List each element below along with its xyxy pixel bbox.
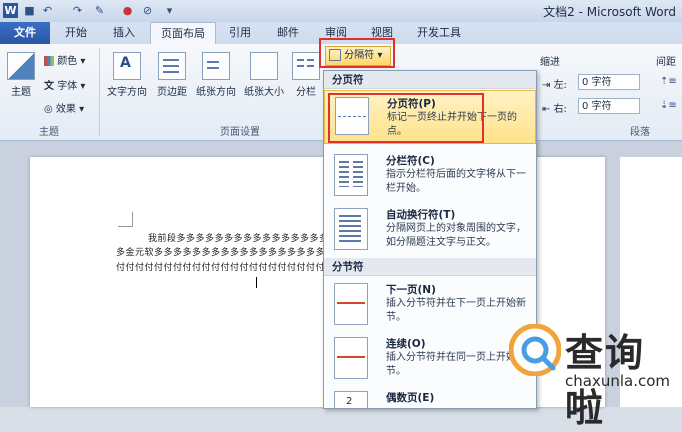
theme-fonts-button[interactable]: 文 字体 ▾	[44, 77, 85, 92]
tab-page-layout[interactable]: 页面布局	[150, 22, 216, 45]
even-page-icon: 2	[334, 391, 368, 408]
tab-references[interactable]: 引用	[220, 22, 260, 44]
fonts-icon: 文	[44, 81, 54, 92]
indent-title: 缩进	[540, 57, 560, 68]
indent-left-label: ⇥ 左:	[542, 80, 567, 91]
redo-icon[interactable]: ↷	[70, 3, 85, 18]
orientation-button[interactable]: 纸张方向	[193, 52, 239, 98]
paragraph-group-label: 段落	[630, 127, 650, 138]
columns-button[interactable]: 分栏	[290, 52, 322, 98]
effects-label: 效果	[55, 104, 76, 115]
themes-label: 主题	[11, 87, 31, 98]
text-cursor	[256, 277, 257, 288]
format-painter-icon[interactable]: ✎	[92, 3, 107, 18]
clear-icon[interactable]: ⊘	[140, 3, 155, 18]
undo-icon[interactable]: ↶	[40, 3, 55, 18]
orientation-label: 纸张方向	[196, 87, 236, 98]
themes-button[interactable]: 主题	[4, 52, 38, 98]
text-direction-icon: A	[113, 52, 141, 80]
text-wrapping-title: 自动换行符(T)	[386, 209, 456, 221]
spacing-after-icon[interactable]: ⇣≡	[660, 100, 677, 111]
text-direction-label: 文字方向	[107, 87, 147, 98]
text-direction-button[interactable]: A 文字方向	[104, 52, 150, 98]
customize-icon[interactable]: ▾	[162, 3, 177, 18]
colors-label: 颜色	[57, 56, 78, 67]
colors-icon	[44, 56, 54, 66]
even-page-title: 偶数页(E)	[386, 392, 435, 404]
tab-insert[interactable]: 插入	[104, 22, 144, 44]
effects-icon: ◎	[44, 104, 53, 115]
menu-section-section-breaks: 分节符	[324, 258, 536, 276]
continuous-title: 连续(O)	[386, 338, 426, 350]
size-label: 纸张大小	[244, 87, 284, 98]
menu-item-text-wrapping-break[interactable]: 自动换行符(T) 分隔网页上的对象周围的文字，如分隔题注文字与正文。	[324, 202, 536, 256]
fonts-label: 字体	[57, 81, 78, 92]
color-icon[interactable]: ●	[120, 3, 135, 18]
watermark-logo-icon	[509, 324, 561, 376]
column-break-icon	[334, 154, 368, 196]
continuous-icon	[334, 337, 368, 379]
margin-corner-mark	[118, 212, 133, 227]
next-page-icon	[334, 283, 368, 325]
next-page-title: 下一页(N)	[386, 284, 436, 296]
indent-right-input[interactable]: 0 字符	[578, 98, 640, 114]
watermark-url: chaxunla.com	[565, 372, 670, 390]
theme-colors-button[interactable]: 颜色 ▾	[44, 52, 85, 67]
themes-icon	[7, 52, 35, 80]
theme-group-label: 主题	[39, 127, 59, 138]
margins-icon	[158, 52, 186, 80]
theme-effects-button[interactable]: ◎ 效果 ▾	[44, 100, 84, 115]
orientation-icon	[202, 52, 230, 80]
page-break-highlight-box	[328, 93, 484, 143]
spacing-title: 间距	[656, 57, 676, 68]
margins-button[interactable]: 页边距	[152, 52, 192, 98]
doc-line-2: 多金元软多多多多多多多多多多多多多多多多多多多多	[116, 248, 345, 258]
window-title: 文档2 - Microsoft Word	[543, 5, 676, 19]
column-break-desc: 指示分栏符后面的文字将从下一栏开始。	[386, 169, 526, 194]
page-size-icon	[250, 52, 278, 80]
margins-label: 页边距	[157, 87, 187, 98]
columns-icon	[292, 52, 320, 80]
save-icon[interactable]: ■	[22, 3, 37, 18]
text-wrapping-desc: 分隔网页上的对象周围的文字，如分隔题注文字与正文。	[386, 223, 526, 248]
tab-file[interactable]: 文件	[0, 22, 50, 44]
menu-section-page-breaks: 分页符	[324, 71, 536, 89]
watermark: 查询啦 chaxunla.com	[505, 318, 681, 430]
word-logo-icon: W	[3, 3, 18, 18]
tab-mailings[interactable]: 邮件	[268, 22, 308, 44]
menu-item-column-break[interactable]: 分栏符(C) 指示分栏符后面的文字将从下一栏开始。	[324, 148, 536, 202]
title-bar: W ■ ↶ ↷ ✎ ● ⊘ ▾ 文档2 - Microsoft Word	[0, 0, 682, 22]
text-wrapping-icon	[334, 208, 368, 250]
breaks-highlight-box	[319, 38, 395, 68]
column-break-title: 分栏符(C)	[386, 155, 435, 167]
indent-right-label: ⇤ 右:	[542, 104, 567, 115]
indent-left-input[interactable]: 0 字符	[578, 74, 640, 90]
tab-developer[interactable]: 开发工具	[410, 22, 468, 44]
spacing-before-icon[interactable]: ⇡≡	[660, 76, 677, 87]
columns-label: 分栏	[296, 87, 316, 98]
tab-home[interactable]: 开始	[56, 22, 96, 44]
size-button[interactable]: 纸张大小	[241, 52, 287, 98]
